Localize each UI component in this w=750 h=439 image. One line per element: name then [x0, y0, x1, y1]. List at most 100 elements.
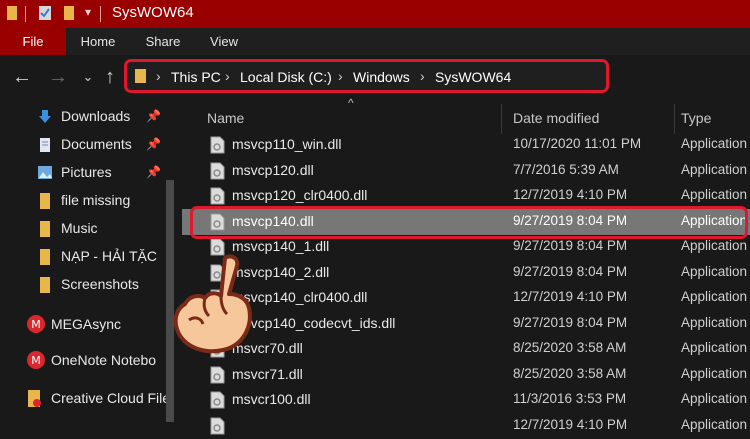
back-arrow-icon[interactable]: ← — [10, 65, 34, 89]
file-date: 7/7/2016 5:39 AM — [513, 161, 619, 177]
divider — [100, 6, 101, 22]
properties-icon[interactable] — [38, 5, 52, 21]
file-type: Application — [681, 263, 748, 279]
divider — [25, 6, 26, 22]
sidebar-item-nap-hai-tac[interactable]: NẠP - HẢI TẶC — [0, 244, 182, 270]
recent-locations-chevron-icon[interactable]: ⌄ — [76, 65, 100, 89]
address-bar[interactable]: › This PC › Local Disk (C:) › Windows › … — [124, 59, 609, 93]
pin-icon[interactable]: 📌 — [146, 165, 161, 179]
dll-file-icon — [210, 136, 225, 154]
file-name: msvcr71.dll — [232, 365, 303, 382]
file-type: Application — [681, 416, 748, 432]
highlight-box — [190, 206, 748, 239]
sidebar-item-documents[interactable]: Documents 📌 — [0, 132, 182, 158]
navigation-bar: ← → ⌄ ↑ › This PC › Local Disk (C:) › Wi… — [0, 55, 750, 100]
sidebar-item-label: Creative Cloud File — [51, 390, 171, 406]
table-row[interactable]: msvcp120.dll 7/7/2016 5:39 AM Application — [182, 158, 750, 184]
file-list: ^ Name Date modified Type msvcp110_win.d… — [182, 96, 750, 434]
breadcrumb-this-pc[interactable]: This PC — [171, 69, 221, 85]
table-row[interactable]: msvcp140_2.dll 9/27/2019 8:04 PM Applicati… — [182, 260, 750, 286]
pointing-hand-icon — [173, 254, 252, 354]
file-date: 8/25/2020 3:58 AM — [513, 340, 627, 355]
chevron-right-icon: › — [420, 68, 425, 84]
file-name: msvcr100.dll — [232, 391, 311, 407]
sidebar-item-label: MEGAsync — [51, 316, 122, 332]
window-title: SysWOW64 — [112, 4, 194, 21]
column-divider[interactable] — [674, 104, 675, 134]
documents-icon — [40, 138, 50, 152]
sidebar-item-music[interactable]: Music — [0, 216, 182, 242]
table-row[interactable]: msvcr71.dll 8/25/2020 3:58 AM Application — [182, 362, 750, 388]
sidebar-item-file-missing[interactable]: file missing — [0, 188, 182, 214]
file-date: 9/27/2019 8:04 PM — [513, 314, 628, 330]
title-bar: ▾ SysWOW64 — [0, 0, 750, 28]
sidebar-item-pictures[interactable]: Pictures 📌 — [0, 160, 182, 186]
dll-file-icon — [210, 162, 225, 179]
onenote-icon: M — [27, 351, 45, 369]
tab-file[interactable]: File — [0, 28, 66, 55]
table-row[interactable]: msvcp140_codecvt_ids.dll 9/27/2019 8:04 P… — [182, 311, 750, 337]
table-row[interactable]: msvcp140_clr0400.dll 12/7/2019 4:10 PM App… — [182, 285, 750, 311]
chevron-right-icon: › — [156, 68, 161, 84]
creative-cloud-icon — [28, 390, 41, 407]
file-date: 9/27/2019 8:04 PM — [513, 263, 628, 279]
download-arrow-icon — [39, 110, 51, 123]
ribbon-tabs: File Home Share View — [0, 28, 750, 55]
tab-home[interactable]: Home — [72, 28, 124, 55]
folder-icon — [40, 221, 50, 237]
sidebar-item-screenshots[interactable]: Screenshots — [0, 272, 182, 298]
chevron-right-icon: › — [225, 68, 230, 84]
mega-icon: M — [27, 315, 45, 333]
table-row[interactable]: msvcp110_win.dll 10/17/2020 11:01 PM Appli… — [182, 132, 750, 158]
folder-icon — [40, 193, 50, 209]
up-arrow-icon[interactable]: ↑ — [98, 65, 122, 89]
sidebar-item-label: NẠP - HẢI TẶC — [61, 248, 157, 264]
column-header-name[interactable]: Name — [207, 110, 244, 126]
sidebar-item-label: Downloads — [61, 108, 131, 124]
file-name: msvcp120_clr0400.dll — [232, 187, 368, 203]
file-type: Application — [681, 161, 748, 177]
file-type: Application — [681, 136, 748, 151]
sidebar-item-label: Documents — [61, 136, 132, 152]
table-row[interactable]: 12/7/2019 4:10 PM Application — [182, 413, 750, 439]
file-name: msvcp120.dll — [232, 161, 314, 178]
quick-access-dropdown-icon[interactable]: ▾ — [85, 5, 91, 19]
folder-icon — [7, 6, 17, 20]
sidebar-item-label: file missing — [61, 192, 131, 208]
pin-icon[interactable]: 📌 — [146, 137, 161, 151]
breadcrumb-syswow64[interactable]: SysWOW64 — [435, 69, 511, 85]
column-header-type[interactable]: Type — [681, 110, 711, 126]
sidebar-item-label: Screenshots — [61, 276, 139, 292]
folder-icon — [135, 69, 146, 83]
tab-view[interactable]: View — [200, 28, 248, 55]
file-date: 11/3/2016 3:53 PM — [513, 391, 627, 406]
column-divider[interactable] — [501, 104, 502, 134]
sidebar-item-creative-cloud[interactable]: Creative Cloud File — [0, 386, 182, 412]
file-date: 9/27/2019 8:04 PM — [513, 238, 628, 253]
new-folder-icon[interactable] — [63, 5, 75, 21]
table-row[interactable]: msvcr70.dll 8/25/2020 3:58 AM Application — [182, 336, 750, 362]
breadcrumb-local-disk[interactable]: Local Disk (C:) — [240, 69, 332, 85]
tab-share[interactable]: Share — [138, 28, 188, 55]
pin-icon[interactable]: 📌 — [146, 109, 161, 123]
file-type: Application — [681, 238, 748, 253]
pictures-icon — [38, 166, 52, 179]
column-header-date-modified[interactable]: Date modified — [513, 110, 599, 126]
breadcrumb-windows[interactable]: Windows — [353, 69, 410, 85]
table-row[interactable]: msvcr100.dll 11/3/2016 3:53 PM Application — [182, 387, 750, 413]
file-type: Application — [681, 187, 748, 202]
forward-arrow-icon[interactable]: → — [46, 65, 70, 89]
sidebar-item-label: Pictures — [61, 164, 112, 180]
dll-file-icon — [210, 187, 225, 205]
file-type: Application — [681, 289, 748, 304]
sidebar-item-megasync[interactable]: M MEGAsync — [0, 312, 182, 338]
sidebar-item-label: OneNote Notebo — [51, 352, 157, 368]
file-type: Application — [681, 340, 748, 355]
file-date: 12/7/2019 4:10 PM — [513, 416, 628, 432]
sidebar-item-downloads[interactable]: Downloads 📌 — [0, 104, 182, 130]
file-type: Application — [681, 314, 748, 330]
sidebar-item-onenote[interactable]: M OneNote Notebo — [0, 348, 182, 374]
dll-file-icon — [210, 391, 225, 409]
chevron-right-icon: › — [338, 68, 343, 84]
file-name: msvcp110_win.dll — [232, 136, 342, 152]
